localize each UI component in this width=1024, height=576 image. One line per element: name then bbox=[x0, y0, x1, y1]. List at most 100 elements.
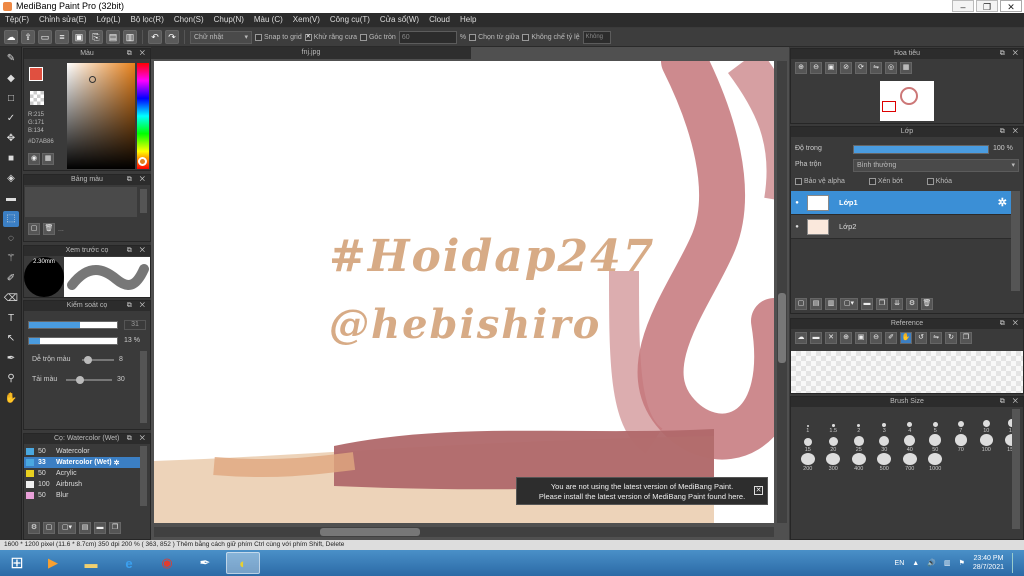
menu-window[interactable]: Cửa sổ(W) bbox=[375, 13, 424, 27]
new-layer-icon[interactable]: ▢ bbox=[795, 298, 807, 310]
bucket-tool-icon[interactable]: ◈ bbox=[3, 171, 19, 187]
antialias-checkbox[interactable]: ✕ Khử răng cưa bbox=[304, 33, 357, 41]
brush-size-option[interactable]: 20 bbox=[821, 434, 847, 453]
delete-layer-icon[interactable]: 🗑 bbox=[921, 298, 933, 310]
add-brush-icon[interactable]: ▢ bbox=[43, 522, 55, 534]
chrome-icon[interactable]: ◉ bbox=[150, 552, 184, 574]
panel-controls-icon[interactable]: ⧉ ✕ bbox=[127, 175, 148, 185]
palette-more[interactable]: ... bbox=[58, 226, 64, 233]
layer-opacity-slider[interactable] bbox=[853, 145, 989, 154]
language-indicator[interactable]: EN bbox=[895, 560, 905, 567]
ink-slider-handle[interactable] bbox=[76, 376, 84, 384]
fill-rect-tool-icon[interactable]: ■ bbox=[3, 151, 19, 167]
redo-icon[interactable]: ↷ bbox=[165, 30, 179, 44]
brush-folder-icon[interactable]: ▬ bbox=[94, 522, 106, 534]
close-icon[interactable]: ✕ bbox=[754, 486, 763, 495]
blend-slider-handle[interactable] bbox=[84, 356, 92, 364]
menu-snap[interactable]: Chụp(N) bbox=[209, 13, 249, 27]
menu-file[interactable]: Tệp(F) bbox=[0, 13, 34, 27]
palette-scrollbar[interactable] bbox=[140, 189, 147, 213]
medibang-taskbar-icon[interactable]: ◐ bbox=[226, 552, 260, 574]
flag-icon[interactable]: ⚑ bbox=[959, 559, 965, 567]
brush-size-option[interactable]: 100 bbox=[974, 434, 1000, 453]
operation-tool-icon[interactable]: ↖ bbox=[3, 331, 19, 347]
ratio-input[interactable]: Không bbox=[582, 30, 611, 44]
palette-area[interactable] bbox=[25, 187, 137, 217]
menu-select[interactable]: Chọn(S) bbox=[169, 13, 209, 27]
magic-wand-tool-icon[interactable]: ⚚ bbox=[3, 251, 19, 267]
panel-controls-icon[interactable]: ⧉ ✕ bbox=[127, 301, 148, 311]
new-layer-8bit-icon[interactable]: ▤ bbox=[810, 298, 822, 310]
brush-opacity-slider[interactable] bbox=[28, 337, 118, 345]
zoom-icon[interactable]: ⊘ bbox=[840, 62, 852, 74]
panel-controls-icon[interactable]: ⧉ ✕ bbox=[127, 246, 148, 256]
show-desktop-button[interactable] bbox=[1012, 553, 1018, 573]
saturation-value-picker[interactable] bbox=[67, 63, 135, 169]
color-picker-icon[interactable]: ▦ bbox=[42, 153, 54, 165]
rotate-icon[interactable]: ⟳ bbox=[855, 62, 867, 74]
layer-row-selected[interactable]: ● Lớp1 ✲ bbox=[791, 191, 1011, 215]
color-wheel-icon[interactable]: ◉ bbox=[28, 153, 40, 165]
brush-list-scrollbar[interactable] bbox=[140, 446, 147, 506]
open-cloud-icon[interactable]: ☁ bbox=[795, 332, 807, 344]
panel-controls-icon[interactable]: ⧉ ✕ bbox=[127, 434, 148, 444]
menu-help[interactable]: Help bbox=[455, 13, 481, 27]
brush-size-value[interactable]: 31 bbox=[124, 320, 146, 330]
visibility-icon[interactable]: ● bbox=[791, 200, 803, 206]
folder-icon[interactable]: ▬ bbox=[861, 298, 873, 310]
open-folder-icon[interactable]: ▬ bbox=[810, 332, 822, 344]
brush-item[interactable]: 50 Watercolor bbox=[24, 446, 142, 457]
new-palette-icon[interactable]: ▢ bbox=[28, 223, 40, 235]
upload-icon[interactable]: ⇪ bbox=[21, 30, 35, 44]
lasso-tool-icon[interactable]: ◌ bbox=[3, 231, 19, 247]
minimize-button[interactable]: – bbox=[952, 0, 974, 12]
brush-item[interactable]: 100 Airbrush bbox=[24, 479, 142, 490]
brush-size-scrollbar[interactable] bbox=[1012, 409, 1020, 529]
select-from-center-checkbox[interactable]: Chọn từ giữa bbox=[469, 33, 519, 41]
menu-cloud[interactable]: Cloud bbox=[424, 13, 455, 27]
close-button[interactable]: ✕ bbox=[1000, 0, 1022, 12]
eyedropper-tool-icon[interactable]: ⚲ bbox=[3, 371, 19, 387]
brush-size-option[interactable]: 3 bbox=[872, 415, 898, 434]
brush-size-slider[interactable] bbox=[28, 321, 118, 329]
file-explorer-icon[interactable]: ▬ bbox=[74, 552, 108, 574]
hue-slider[interactable] bbox=[137, 63, 149, 169]
scrollbar-thumb[interactable] bbox=[778, 293, 786, 363]
menu-tools[interactable]: Công cụ(T) bbox=[325, 13, 375, 27]
ink-slider[interactable] bbox=[66, 376, 112, 384]
menu-view[interactable]: Xem(V) bbox=[288, 13, 325, 27]
zoom-in-icon[interactable]: ⊕ bbox=[795, 62, 807, 74]
brush-size-option[interactable]: 4 bbox=[897, 415, 923, 434]
brush-tool-icon[interactable]: ✎ bbox=[3, 51, 19, 67]
brush-item-selected[interactable]: 33 Watercolor (Wet) ✲ bbox=[24, 457, 142, 468]
brush-size-option[interactable]: 300 bbox=[821, 453, 847, 472]
canvas-vertical-scrollbar[interactable] bbox=[777, 61, 787, 523]
copy-icon[interactable]: ❐ bbox=[960, 332, 972, 344]
flip-icon[interactable]: ⇋ bbox=[870, 62, 882, 74]
pen-tool-icon[interactable]: ✒ bbox=[3, 351, 19, 367]
hand-tool-icon[interactable]: ✋ bbox=[3, 391, 19, 407]
navigator-thumbnail[interactable] bbox=[880, 81, 934, 121]
update-notice[interactable]: You are not using the latest version of … bbox=[516, 477, 768, 505]
add-layer-dropdown-icon[interactable]: ▢▾ bbox=[840, 298, 858, 310]
fit-icon[interactable]: ▣ bbox=[855, 332, 867, 344]
visibility-icon[interactable]: ● bbox=[791, 224, 803, 230]
clock[interactable]: 23:40 PM 28/7/2021 bbox=[973, 554, 1004, 572]
brush-file-icon[interactable]: ▤ bbox=[79, 522, 91, 534]
brush-size-option[interactable]: 10 bbox=[974, 415, 1000, 434]
transparent-color-swatch[interactable] bbox=[30, 91, 44, 105]
text-tool-icon[interactable]: T bbox=[3, 311, 19, 327]
rotate-right-icon[interactable]: ↻ bbox=[945, 332, 957, 344]
menu-filter[interactable]: Bộ lọc(R) bbox=[126, 13, 169, 27]
cloud-icon[interactable]: ☁ bbox=[4, 30, 18, 44]
pen-app-icon[interactable]: ✒ bbox=[188, 552, 222, 574]
network-icon[interactable]: ▥ bbox=[944, 559, 951, 567]
brush-item[interactable]: 50 Acrylic bbox=[24, 468, 142, 479]
brush-size-option[interactable]: 30 bbox=[872, 434, 898, 453]
panel-controls-icon[interactable]: ⧉ ✕ bbox=[1000, 319, 1021, 329]
page-icon[interactable]: ▥ bbox=[123, 30, 137, 44]
layer-list-scrollbar[interactable] bbox=[1011, 191, 1020, 291]
snap-to-grid-checkbox[interactable]: Snap to grid bbox=[255, 33, 302, 41]
layer-blend-select[interactable]: Bình thường ▾ bbox=[853, 159, 1019, 172]
brush-settings-icon[interactable]: ⚙ bbox=[28, 522, 40, 534]
